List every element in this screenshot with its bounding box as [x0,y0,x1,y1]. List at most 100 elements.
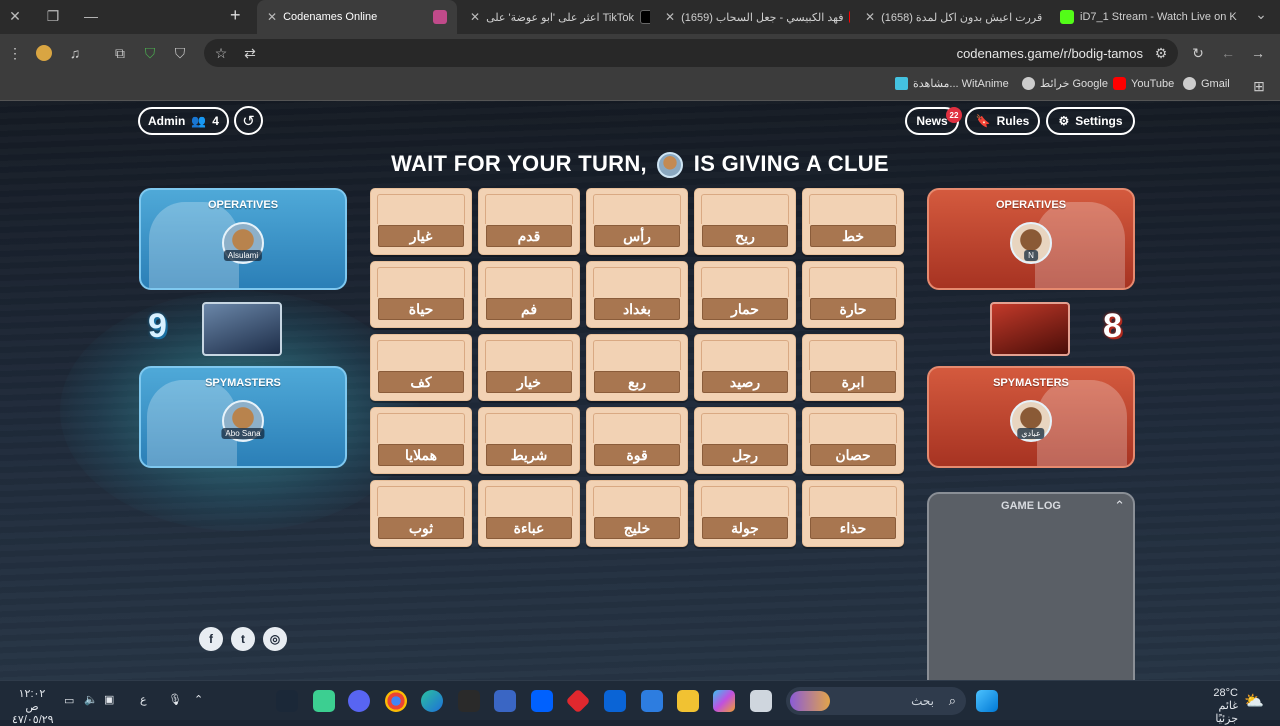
volume-icon[interactable]: 🔈 [84,693,98,706]
bookmark-star-icon[interactable]: ☆ [212,44,230,62]
app-icon[interactable] [750,690,772,712]
twitter-icon[interactable]: t [231,627,255,651]
admin-button[interactable]: Admin 👥 4 [138,107,229,135]
new-tab-button[interactable]: + [230,5,241,26]
word-card[interactable]: شريط [478,407,580,474]
word-card[interactable]: حذاء [802,480,904,547]
word-card[interactable]: خيار [478,334,580,401]
adblock-shield-icon[interactable]: ⛉ [141,44,159,62]
restore-window-icon[interactable]: ❐ [42,8,64,25]
bookmark-gmail[interactable]: Gmail [1183,77,1230,90]
blue-spymasters-panel[interactable]: SPYMASTERS Abo Sana [139,366,347,468]
app-icon[interactable] [494,690,516,712]
weather-widget[interactable]: 28°C غائم جزئيًا [1198,687,1238,725]
word-card[interactable]: رأس [586,188,688,255]
address-bar[interactable]: ☆ ⇄ codenames.game/r/bodig-tamos ⚙ [204,39,1178,67]
collapse-chevron-icon[interactable]: ⌃ [1114,498,1125,514]
word-card[interactable]: حارة [802,261,904,328]
word-card[interactable]: كف [370,334,472,401]
bookmark-google-maps[interactable]: خرائط Google [1022,77,1108,90]
rules-button[interactable]: 🔖 Rules [965,107,1040,135]
file-explorer-icon[interactable] [677,690,699,712]
url-text[interactable]: codenames.game/r/bodig-tamos [957,46,1143,61]
extensions-icon[interactable]: ⧉ [111,44,129,62]
game-log-panel[interactable]: GAME LOG ⌃ [927,492,1135,680]
app-icon[interactable] [565,688,591,714]
tray-overflow-chevron-icon[interactable]: ⌃ [194,693,203,706]
site-settings-icon[interactable]: ⚙ [1152,44,1170,62]
shield-icon[interactable]: ⛉ [171,44,189,62]
media-controls-icon[interactable]: ♫ [66,44,84,62]
tab-item[interactable]: ✕ (1659) فهد الكبيسي - جعل السحاب [655,0,850,34]
instagram-icon[interactable]: ◎ [263,627,287,651]
steam-icon[interactable] [276,690,298,712]
word-card[interactable]: قدم [478,188,580,255]
close-tab-icon[interactable]: ✕ [665,10,675,24]
facebook-icon[interactable]: f [199,627,223,651]
word-card[interactable]: رصيد [694,334,796,401]
back-icon[interactable]: → [1249,44,1267,62]
word-card[interactable]: ريح [694,188,796,255]
word-card[interactable]: فم [478,261,580,328]
word-card[interactable]: جولة [694,480,796,547]
word-card[interactable]: حياة [370,261,472,328]
dropbox-icon[interactable] [531,690,553,712]
menu-kebab-icon[interactable]: ⋮ [6,44,24,62]
store-icon[interactable] [641,690,663,712]
spymaster-avatar [657,152,684,179]
red-operatives-panel[interactable]: OPERATIVES N [927,188,1135,290]
all-bookmarks-icon[interactable]: ⊞ [1250,77,1268,95]
taskbar-search[interactable]: بحث ⌕ [786,687,966,715]
reload-icon[interactable]: ↻ [1189,44,1207,62]
word-card[interactable]: خليج [586,480,688,547]
word-card[interactable]: بغداد [586,261,688,328]
outlook-icon[interactable] [604,690,626,712]
tab-item-active[interactable]: ✕ Codenames Online [257,0,457,34]
copilot-icon[interactable] [713,690,735,712]
translate-icon[interactable]: ⇄ [241,44,259,62]
word-card[interactable]: ربع [586,334,688,401]
discord-icon[interactable] [348,690,370,712]
epic-games-icon[interactable] [458,690,480,712]
battery-icon[interactable]: ▭ [64,694,74,707]
microphone-icon[interactable]: 🎙 [168,693,182,706]
close-tab-icon[interactable]: ✕ [267,10,277,24]
tab-search-chevron-icon[interactable]: ⌄ [1250,6,1272,23]
windows-start-icon[interactable] [976,690,998,712]
word-card[interactable]: ابرة [802,334,904,401]
close-window-icon[interactable]: ✕ [4,8,26,25]
word-card[interactable]: خط [802,188,904,255]
clock[interactable]: ١٢:٠٢ ص ٤٧/٠٥/٢٩ [12,687,54,726]
edge-icon[interactable] [421,690,443,712]
card-word: ريح [702,225,788,247]
close-tab-icon[interactable]: ✕ [865,10,875,24]
word-card[interactable]: حصان [802,407,904,474]
word-card[interactable]: عباءة [478,480,580,547]
profile-avatar-icon[interactable] [36,45,52,61]
settings-button[interactable]: ⚙ Settings [1046,107,1135,135]
bookmark-witanime[interactable]: مشاهدة... WitAnime [895,77,1009,90]
chrome-icon[interactable] [385,690,407,712]
panel-title: SPYMASTERS [205,377,281,389]
red-spymasters-panel[interactable]: SPYMASTERS عبادي [927,366,1135,468]
display-icon[interactable]: ▣ [104,693,114,706]
tab-item[interactable]: iD7_1 Stream - Watch Live on K [1050,0,1250,34]
tab-item[interactable]: ✕ (1658) قررت اعيش بدون اكل لمدة [855,0,1045,34]
reset-game-button[interactable]: ↺ [234,106,263,135]
bookmark-youtube[interactable]: YouTube [1113,77,1174,90]
word-card[interactable]: حمار [694,261,796,328]
language-indicator[interactable]: ع [140,693,147,706]
forward-icon[interactable]: ← [1219,44,1237,62]
word-card[interactable]: قوة [586,407,688,474]
word-card[interactable]: ثوب [370,480,472,547]
app-icon[interactable] [313,690,335,712]
blue-operatives-panel[interactable]: OPERATIVES Alsulami [139,188,347,290]
word-card[interactable]: غيار [370,188,472,255]
word-card[interactable]: رجل [694,407,796,474]
word-card[interactable]: هملايا [370,407,472,474]
card-frame [593,413,681,443]
card-word: خط [810,225,896,247]
tab-item[interactable]: ✕ اعثر على 'ابو عوضة' على TikTok [460,0,650,34]
minimize-window-icon[interactable]: — [80,8,102,24]
close-tab-icon[interactable]: ✕ [470,10,480,24]
